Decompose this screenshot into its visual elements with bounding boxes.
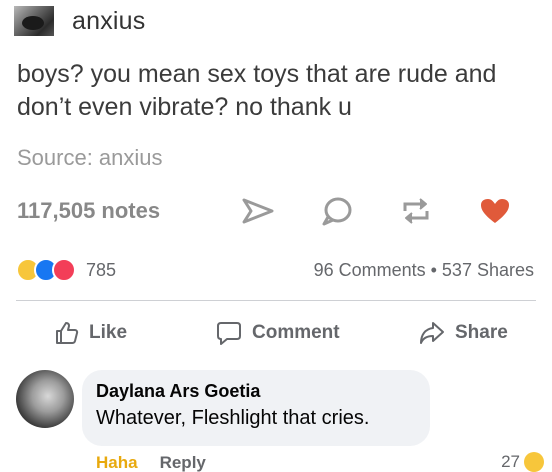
comment-reply-button[interactable]: Reply [160,453,206,472]
tumblr-header: anxius [14,4,145,38]
reaction-count: 785 [86,259,117,280]
comment-footer: Haha Reply [96,453,206,472]
like-label: Like [89,322,128,343]
like-button[interactable]: Like [55,312,127,354]
share-label: Share [455,322,508,343]
reblog-icon[interactable] [396,193,436,229]
comment-haha-button[interactable]: Haha [96,453,138,472]
reply-bubble-icon[interactable] [317,193,357,229]
haha-reaction-icon [524,452,544,472]
divider [16,300,536,301]
comment-text: Whatever, Fleshlight that cries. [96,407,370,429]
reaction-summary[interactable]: 785 [16,258,116,282]
comment-reaction-number: 27 [501,452,520,471]
post-action-bar: Like Comment Share [0,312,552,354]
tumblr-source[interactable]: Source: anxius [17,145,163,171]
share-icon [420,322,444,344]
thumbs-up-icon [56,322,79,344]
tumblr-actions [238,193,515,229]
screenshot: anxius boys? you mean sex toys that are … [0,0,552,472]
comment-reaction-count[interactable]: 27 [501,452,544,472]
heart-icon[interactable] [475,193,515,229]
comment-button[interactable]: Comment [216,312,340,354]
tumblr-avatar[interactable] [14,6,54,36]
reaction-icons [16,258,76,282]
comment-label: Comment [252,322,340,343]
tumblr-notes-count[interactable]: 117,505 notes [17,198,160,224]
comment-author[interactable]: Daylana Ars Goetia [96,379,416,403]
share-arrow-icon[interactable] [238,193,278,229]
commenter-avatar[interactable] [16,370,74,428]
comment-icon [217,322,241,345]
comments-shares-count[interactable]: 96 Comments • 537 Shares [314,260,534,281]
tumblr-post-text: boys? you mean sex toys that are rude an… [17,60,497,121]
love-reaction-icon [52,258,76,282]
tumblr-username[interactable]: anxius [72,7,145,36]
share-button[interactable]: Share [419,312,508,354]
comment-bubble: Daylana Ars Goetia Whatever, Fleshlight … [82,370,430,446]
